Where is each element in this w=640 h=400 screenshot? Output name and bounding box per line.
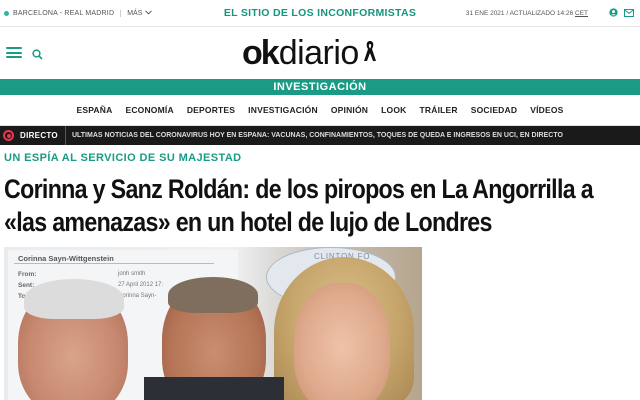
person-hair — [24, 279, 124, 319]
article-kicker: UN ESPÍA AL SERVICIO DE SU MAJESTAD — [4, 152, 242, 164]
live-label: DIRECTO — [20, 131, 58, 140]
update-date: 31 ENE 2021 / ACTUALIZADO 14:26 CET — [466, 10, 588, 17]
mail-icon[interactable] — [624, 4, 634, 22]
article-headline: Corinna y Sanz Roldán: de los piropos en… — [4, 174, 594, 237]
mourning-ribbon-icon — [363, 39, 377, 68]
hamburger-menu-icon[interactable] — [6, 47, 22, 58]
site-header: ok diario — [0, 27, 640, 79]
live-ticker[interactable]: DIRECTO ÚLTIMAS NOTICIAS DEL CORONAVIRUS… — [0, 126, 640, 145]
user-icon[interactable] — [609, 4, 618, 22]
green-dot-icon — [4, 10, 9, 16]
email-from-label: From: — [18, 271, 37, 278]
live-icon — [3, 130, 14, 141]
nav-item-investigacion[interactable]: INVESTIGACIÓN — [248, 105, 318, 115]
live-match-label: BARCELONA - REAL MADRID — [13, 9, 115, 17]
person-hair — [168, 277, 258, 313]
person-shirt — [144, 377, 284, 400]
nav-item-sociedad[interactable]: SOCIEDAD — [471, 105, 517, 115]
live-tag: DIRECTO — [0, 126, 66, 145]
email-name: Corinna Sayn-Wittgenstein — [18, 254, 114, 263]
nav-item-economia[interactable]: ECONOMÍA — [125, 105, 173, 115]
more-label: MÁS — [127, 9, 143, 17]
logo-ok: ok — [242, 34, 280, 72]
ticker-headline[interactable]: ÚLTIMAS NOTICIAS DEL CORONAVIRUS HOY EN … — [72, 132, 563, 139]
nav-item-espana[interactable]: ESPAÑA — [76, 105, 112, 115]
nav-item-trailer[interactable]: TRÁILER — [420, 105, 458, 115]
person-face — [294, 283, 390, 400]
nav-item-videos[interactable]: VÍDEOS — [530, 105, 563, 115]
top-utility-bar: BARCELONA - REAL MADRID MÁS EL SITIO DE … — [0, 0, 640, 27]
nav-item-look[interactable]: LOOK — [381, 105, 406, 115]
logo-diario: diario — [278, 34, 360, 72]
chevron-down-icon — [145, 9, 153, 17]
more-dropdown[interactable]: MÁS — [120, 9, 153, 17]
divider — [14, 263, 214, 264]
section-title: INVESTIGACIÓN — [0, 79, 640, 95]
email-sent-value: 27 April 2012 17: — [118, 282, 164, 288]
live-match-link[interactable]: BARCELONA - REAL MADRID — [4, 10, 114, 17]
hero-image: Corinna Sayn-Wittgenstein From: jonh smi… — [4, 247, 422, 400]
search-icon[interactable] — [32, 47, 43, 65]
nav-item-opinion[interactable]: OPINIÓN — [331, 105, 368, 115]
date-text: 31 ENE 2021 / ACTUALIZADO 14:26 — [465, 9, 574, 17]
main-nav: ESPAÑA ECONOMÍA DEPORTES INVESTIGACIÓN O… — [0, 95, 640, 126]
timezone-label: CET — [575, 9, 588, 17]
email-from-value: jonh smith — [118, 271, 146, 277]
site-logo[interactable]: ok diario — [242, 35, 377, 71]
nav-item-deportes[interactable]: DEPORTES — [187, 105, 235, 115]
